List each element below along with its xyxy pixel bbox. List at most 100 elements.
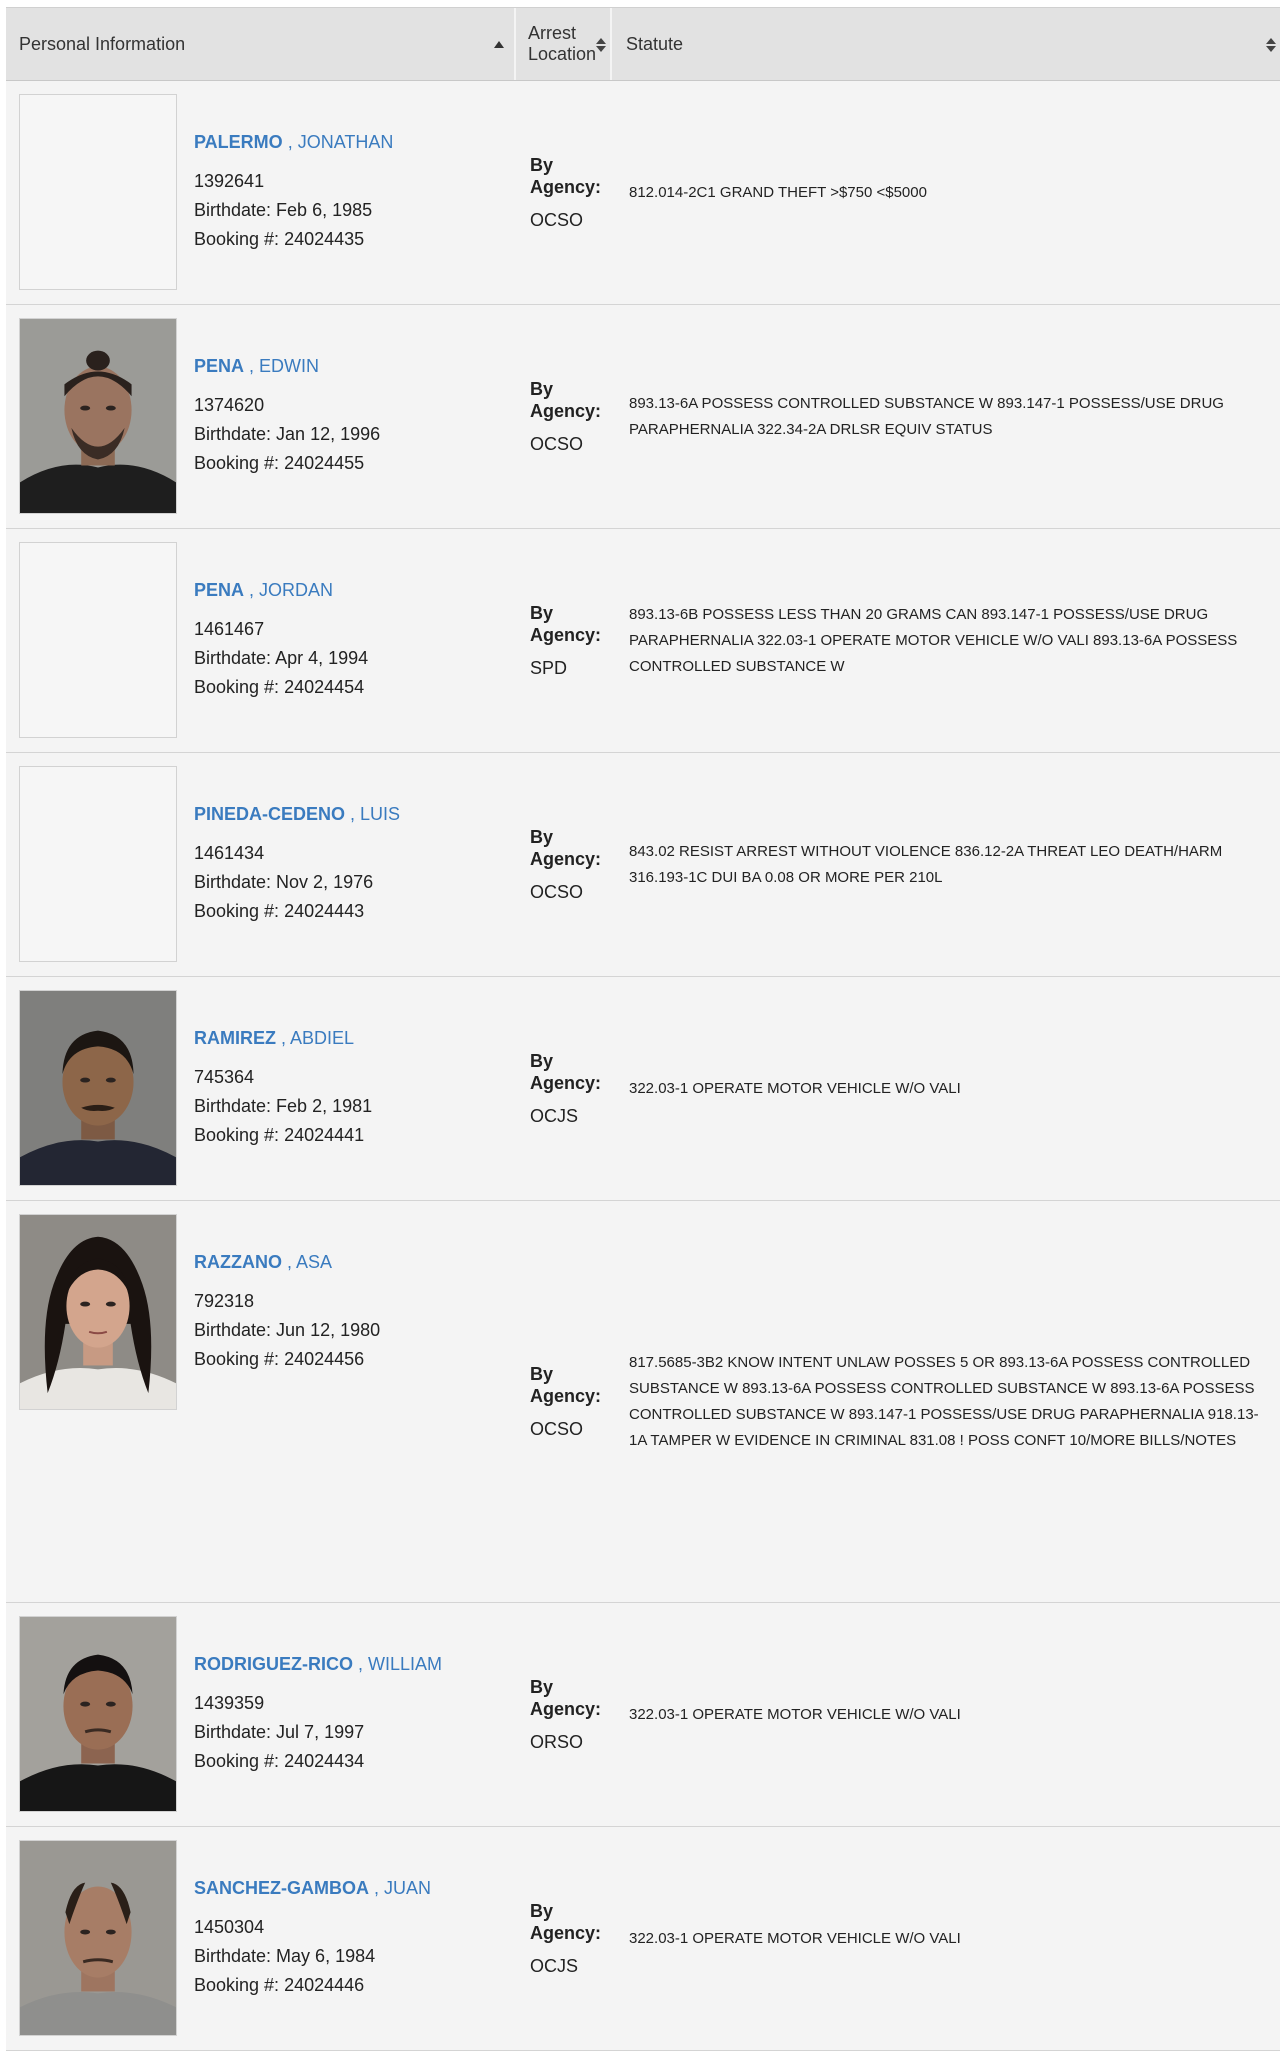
agency-value: ORSO: [530, 1732, 584, 1752]
arrest-location-cell: By Agency: OCJS: [516, 977, 614, 1200]
photo-cell: [6, 977, 194, 1200]
by-agency-label: By Agency:: [530, 827, 602, 869]
booking-label: Booking #:: [194, 677, 285, 697]
arrest-table: Personal Information Arrest Location Sta…: [6, 7, 1280, 2051]
photo-cell: [6, 1603, 194, 1826]
personal-info-cell: PALERMO , JONATHAN 1392641 Birthdate: Fe…: [194, 81, 516, 304]
table-row: PENA , JORDAN 1461467 Birthdate: Apr 4, …: [6, 529, 1280, 753]
birthdate: Birthdate: Feb 2, 1981: [194, 1092, 516, 1121]
inmate-id: 1450304: [194, 1917, 265, 1937]
birthdate-label: Birthdate:: [194, 1722, 277, 1742]
personal-info-cell: PINEDA-CEDENO , LUIS 1461434 Birthdate: …: [194, 753, 516, 976]
inmate-name-link[interactable]: RAMIREZ , ABDIEL: [194, 1028, 516, 1049]
birthdate-label: Birthdate:: [194, 1946, 277, 1966]
table-row: RAMIREZ , ABDIEL 745364 Birthdate: Feb 2…: [6, 977, 1280, 1201]
birthdate-value: Jun 12, 1980: [276, 1320, 381, 1340]
arrest-location-cell: By Agency: SPD: [516, 529, 614, 752]
booking-value: 24024434: [284, 1751, 365, 1771]
table-row: RAZZANO , ASA 792318 Birthdate: Jun 12, …: [6, 1201, 1280, 1603]
booking-label: Booking #:: [194, 1751, 285, 1771]
inmate-id: 1439359: [194, 1693, 265, 1713]
statute-cell: 893.13-6A POSSESS CONTROLLED SUBSTANCE W…: [614, 305, 1280, 528]
booking-value: 24024454: [284, 677, 365, 697]
arrest-location-cell: By Agency: OCSO: [516, 753, 614, 976]
column-header-personal-information[interactable]: Personal Information: [6, 8, 516, 80]
arrest-location-cell: By Agency: OCJS: [516, 1827, 614, 2050]
inmate-name-link[interactable]: RAZZANO , ASA: [194, 1252, 516, 1273]
sort-toggle-icon: [1266, 38, 1276, 52]
booking-number: Booking #: 24024441: [194, 1121, 516, 1150]
booking-label: Booking #:: [194, 1349, 285, 1369]
booking-value: 24024441: [284, 1125, 365, 1145]
photo-cell: [6, 753, 194, 976]
first-name: , EDWIN: [249, 356, 320, 376]
column-header-arrest-location[interactable]: Arrest Location: [516, 8, 612, 80]
personal-info-cell: SANCHEZ-GAMBOA , JUAN 1450304 Birthdate:…: [194, 1827, 516, 2050]
booking-number: Booking #: 24024456: [194, 1345, 516, 1374]
first-name: , JUAN: [374, 1878, 432, 1898]
birthdate-label: Birthdate:: [194, 1320, 277, 1340]
arrest-location-cell: By Agency: OCSO: [516, 81, 614, 304]
table-row: PALERMO , JONATHAN 1392641 Birthdate: Fe…: [6, 81, 1280, 305]
booking-label: Booking #:: [194, 1125, 285, 1145]
last-name: RAZZANO: [194, 1252, 282, 1272]
booking-number: Booking #: 24024446: [194, 1971, 516, 2000]
mugshot-photo: [19, 990, 177, 1186]
agency-value: SPD: [530, 658, 568, 678]
first-name: , WILLIAM: [358, 1654, 443, 1674]
sort-ascending-icon: [494, 41, 504, 48]
birthdate: Birthdate: Jul 7, 1997: [194, 1718, 516, 1747]
table-row: PENA , EDWIN 1374620 Birthdate: Jan 12, …: [6, 305, 1280, 529]
inmate-name-link[interactable]: PALERMO , JONATHAN: [194, 132, 516, 153]
inmate-name-link[interactable]: PINEDA-CEDENO , LUIS: [194, 804, 516, 825]
birthdate-label: Birthdate:: [194, 200, 277, 220]
birthdate-label: Birthdate:: [194, 872, 277, 892]
last-name: PENA: [194, 356, 245, 376]
photo-cell: [6, 1201, 194, 1602]
column-header-statute[interactable]: Statute: [612, 8, 1280, 80]
arrest-location-cell: By Agency: OCSO: [516, 305, 614, 528]
photo-cell: [6, 305, 194, 528]
table-row: PINEDA-CEDENO , LUIS 1461434 Birthdate: …: [6, 753, 1280, 977]
birthdate: Birthdate: May 6, 1984: [194, 1942, 516, 1971]
statute-text: 893.13-6A POSSESS CONTROLLED SUBSTANCE W…: [629, 394, 1224, 438]
inmate-name-link[interactable]: PENA , EDWIN: [194, 356, 516, 377]
by-agency-label: By Agency:: [530, 379, 602, 421]
column-header-label: Statute: [626, 33, 684, 54]
birthdate-label: Birthdate:: [194, 424, 277, 444]
mugshot-placeholder: [19, 542, 177, 738]
birthdate-value: Jan 12, 1996: [276, 424, 381, 444]
birthdate-label: Birthdate:: [194, 648, 276, 668]
statute-cell: 843.02 RESIST ARREST WITHOUT VIOLENCE 83…: [614, 753, 1280, 976]
inmate-name-link[interactable]: SANCHEZ-GAMBOA , JUAN: [194, 1878, 516, 1899]
mugshot-photo: [19, 1840, 177, 2036]
booking-number: Booking #: 24024454: [194, 673, 516, 702]
mugshot-placeholder: [19, 94, 177, 290]
booking-label: Booking #:: [194, 453, 285, 473]
last-name: PINEDA-CEDENO: [194, 804, 346, 824]
inmate-id: 1461467: [194, 619, 265, 639]
inmate-name-link[interactable]: RODRIGUEZ-RICO , WILLIAM: [194, 1654, 516, 1675]
statute-cell: 322.03-1 OPERATE MOTOR VEHICLE W/O VALI: [614, 1827, 1280, 2050]
table-header: Personal Information Arrest Location Sta…: [6, 7, 1280, 81]
inmate-id: 1392641: [194, 171, 265, 191]
booking-label: Booking #:: [194, 1975, 285, 1995]
photo-cell: [6, 81, 194, 304]
first-name: , JONATHAN: [287, 132, 394, 152]
statute-cell: 893.13-6B POSSESS LESS THAN 20 GRAMS CAN…: [614, 529, 1280, 752]
birthdate-value: Feb 6, 1985: [276, 200, 373, 220]
booking-label: Booking #:: [194, 229, 285, 249]
birthdate-value: Apr 4, 1994: [275, 648, 369, 668]
inmate-id: 1374620: [194, 395, 265, 415]
birthdate-value: Nov 2, 1976: [276, 872, 374, 892]
statute-text: 322.03-1 OPERATE MOTOR VEHICLE W/O VALI: [629, 1705, 961, 1723]
statute-text: 893.13-6B POSSESS LESS THAN 20 GRAMS CAN…: [629, 605, 1238, 675]
inmate-name-link[interactable]: PENA , JORDAN: [194, 580, 516, 601]
booking-number: Booking #: 24024443: [194, 897, 516, 926]
first-name: , ASA: [287, 1252, 333, 1272]
personal-info-cell: RAZZANO , ASA 792318 Birthdate: Jun 12, …: [194, 1201, 516, 1602]
sort-toggle-icon: [596, 38, 606, 52]
by-agency-label: By Agency:: [530, 1364, 602, 1406]
agency-value: OCSO: [530, 882, 584, 902]
arrest-location-cell: By Agency: ORSO: [516, 1603, 614, 1826]
